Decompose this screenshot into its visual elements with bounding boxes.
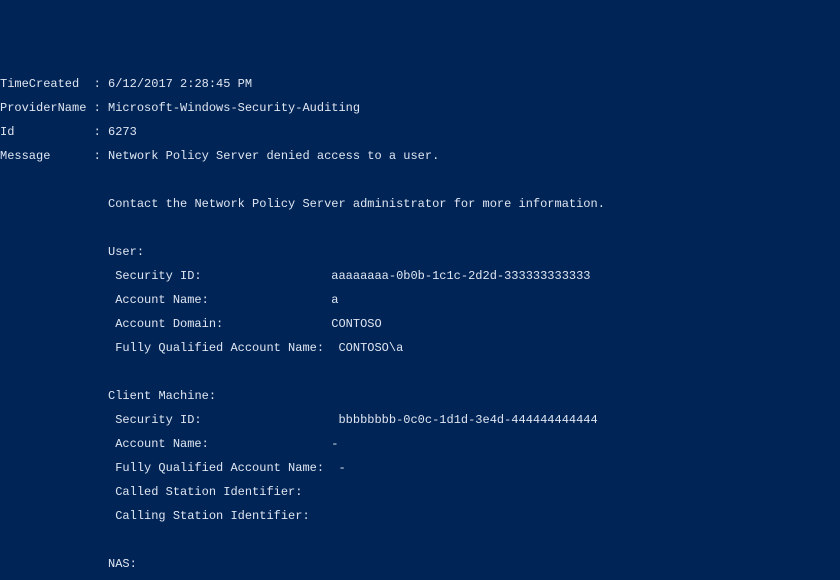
time-created-value: 6/12/2017 2:28:45 PM <box>108 77 252 91</box>
client-secid-label: Security ID: <box>115 413 201 427</box>
id-label: Id <box>0 125 14 139</box>
user-secid-value: aaaaaaaa-0b0b-1c1c-2d2d-333333333333 <box>331 269 590 283</box>
client-account-label: Account Name: <box>115 437 209 451</box>
user-fqaccount-value: CONTOSO\a <box>338 341 403 355</box>
client-fqaccount-value: - <box>338 461 345 475</box>
client-called-station-label: Called Station Identifier: <box>115 485 302 499</box>
client-heading: Client Machine: <box>108 389 216 403</box>
nas-heading: NAS: <box>108 557 137 571</box>
contact-line: Contact the Network Policy Server admini… <box>108 197 605 211</box>
client-calling-station-label: Calling Station Identifier: <box>115 509 309 523</box>
user-heading: User: <box>108 245 144 259</box>
user-account-label: Account Name: <box>115 293 209 307</box>
provider-value: Microsoft-Windows-Security-Auditing <box>108 101 360 115</box>
user-secid-label: Security ID: <box>115 269 201 283</box>
user-domain-value: CONTOSO <box>331 317 381 331</box>
message-label: Message <box>0 149 50 163</box>
user-domain-label: Account Domain: <box>115 317 223 331</box>
message-value: Network Policy Server denied access to a… <box>108 149 439 163</box>
client-secid-value: bbbbbbbb-0c0c-1d1d-3e4d-444444444444 <box>338 413 597 427</box>
provider-label: ProviderName <box>0 101 86 115</box>
id-value: 6273 <box>108 125 137 139</box>
powershell-output: TimeCreated : 6/12/2017 2:28:45 PM Provi… <box>0 60 840 580</box>
user-account-value: a <box>331 293 338 307</box>
user-fqaccount-label: Fully Qualified Account Name: <box>115 341 324 355</box>
time-created-label: TimeCreated <box>0 77 79 91</box>
client-account-value: - <box>331 437 338 451</box>
client-fqaccount-label: Fully Qualified Account Name: <box>115 461 324 475</box>
